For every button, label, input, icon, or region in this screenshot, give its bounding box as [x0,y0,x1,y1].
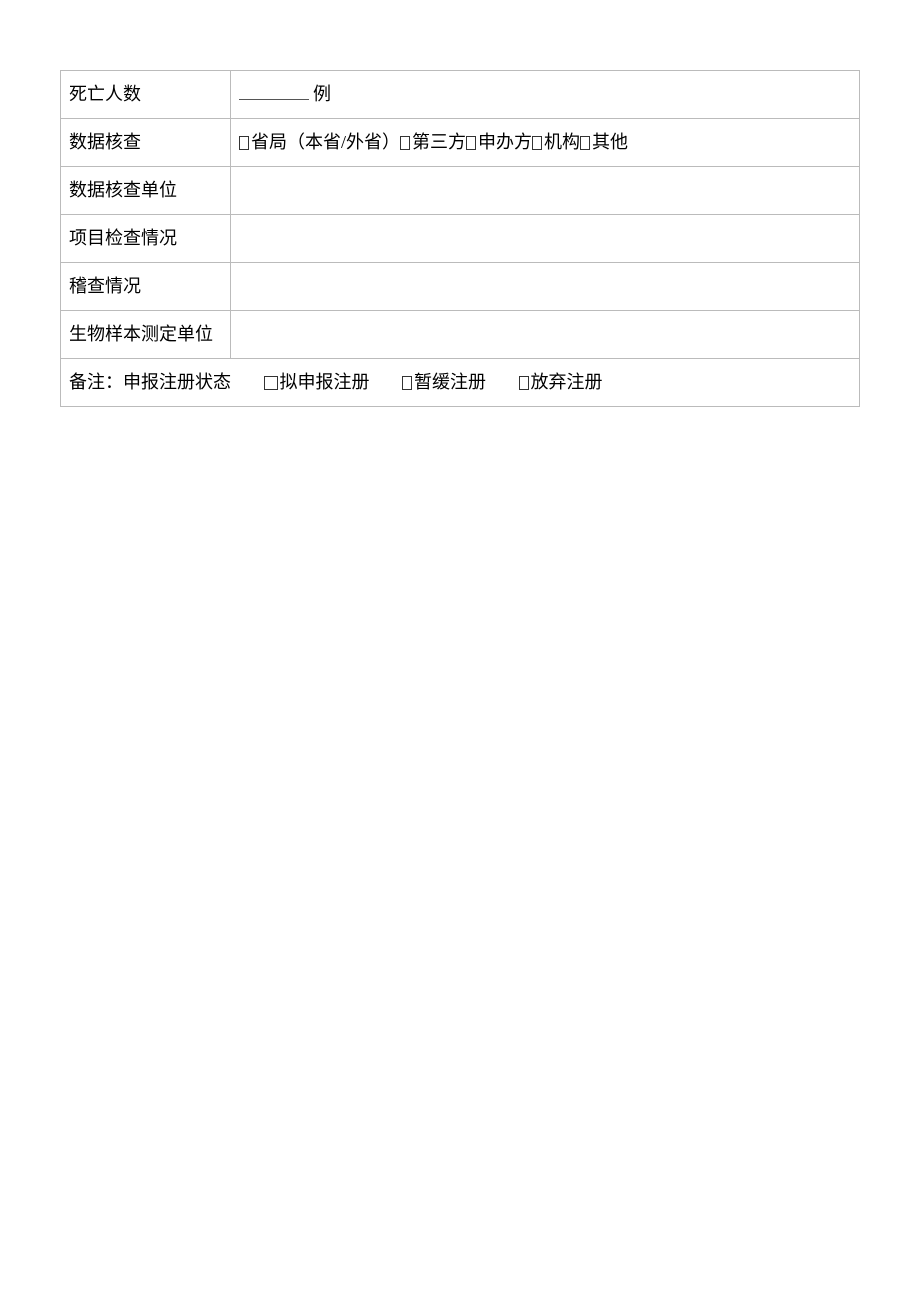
checkbox-plan-register[interactable]: 拟申报注册 [264,369,370,396]
checkbox-icon [402,376,412,390]
death-count-unit: 例 [313,84,331,104]
checkbox-icon [400,136,410,150]
checkbox-icon [532,136,542,150]
checkbox-defer-register[interactable]: 暂缓注册 [402,369,486,396]
checkbox-provincial[interactable]: 省局（本省/外省） [239,132,400,152]
value-biosample-unit[interactable] [231,311,860,359]
checkbox-other[interactable]: 其他 [580,132,628,152]
value-death-count: 例 [231,71,860,119]
value-data-check-unit[interactable] [231,167,860,215]
value-project-inspection[interactable] [231,215,860,263]
checkbox-icon [519,376,529,390]
remark-label: 备注：申报注册状态 [69,369,231,396]
row-audit: 稽查情况 [61,263,860,311]
opt-institution: 机构 [544,132,580,152]
opt-provincial: 省局（本省/外省） [251,132,400,152]
checkbox-icon [264,376,278,390]
remark-cell: 备注：申报注册状态 拟申报注册 暂缓注册 放弃注册 [61,359,860,407]
label-data-check-unit: 数据核查单位 [61,167,231,215]
row-biosample-unit: 生物样本测定单位 [61,311,860,359]
value-audit[interactable] [231,263,860,311]
opt-defer-register: 暂缓注册 [414,372,486,392]
checkbox-sponsor[interactable]: 申办方 [466,132,532,152]
checkbox-third-party[interactable]: 第三方 [400,132,466,152]
form-table: 死亡人数 例 数据核查 省局（本省/外省） 第三方申办方机构其他 数据核查单位 项… [60,70,860,407]
row-data-check-unit: 数据核查单位 [61,167,860,215]
opt-sponsor: 申办方 [478,132,532,152]
checkbox-icon [466,136,476,150]
row-data-check: 数据核查 省局（本省/外省） 第三方申办方机构其他 [61,119,860,167]
label-project-inspection: 项目检查情况 [61,215,231,263]
death-count-blank[interactable] [239,82,309,100]
row-death-count: 死亡人数 例 [61,71,860,119]
opt-plan-register: 拟申报注册 [280,372,370,392]
label-death-count: 死亡人数 [61,71,231,119]
label-biosample-unit: 生物样本测定单位 [61,311,231,359]
checkbox-icon [239,136,249,150]
opt-third-party: 第三方 [412,132,466,152]
checkbox-abandon-register[interactable]: 放弃注册 [519,369,603,396]
label-data-check: 数据核查 [61,119,231,167]
label-audit: 稽查情况 [61,263,231,311]
row-remark: 备注：申报注册状态 拟申报注册 暂缓注册 放弃注册 [61,359,860,407]
checkbox-institution[interactable]: 机构 [532,132,580,152]
value-data-check: 省局（本省/外省） 第三方申办方机构其他 [231,119,860,167]
checkbox-icon [580,136,590,150]
opt-abandon-register: 放弃注册 [531,372,603,392]
opt-other: 其他 [592,132,628,152]
row-project-inspection: 项目检查情况 [61,215,860,263]
